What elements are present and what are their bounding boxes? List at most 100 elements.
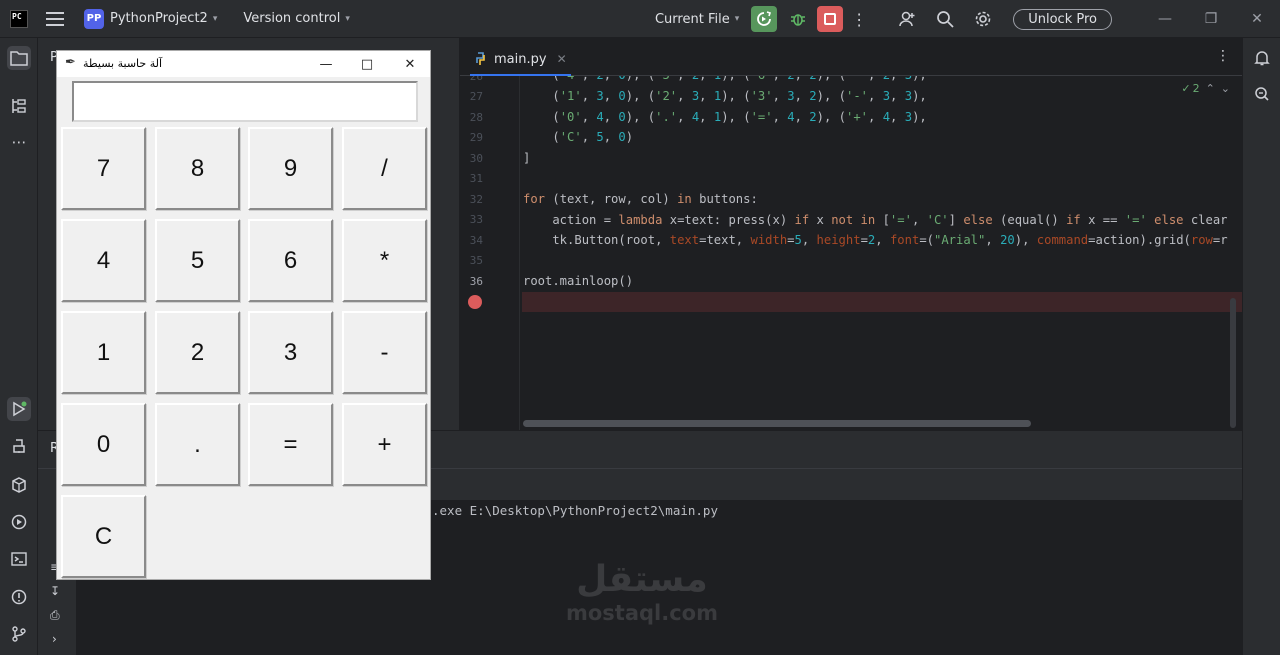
line-number: 31	[469, 172, 483, 185]
project-name[interactable]: PythonProject2	[110, 11, 208, 26]
line-gutter[interactable]: 26 27 28 29 30 31 32 33 34 35 36	[460, 76, 520, 430]
calc-button-4[interactable]: 4	[61, 219, 146, 302]
calculator-display-input[interactable]	[72, 81, 418, 122]
problems-icon[interactable]	[7, 585, 31, 609]
tab-options-icon[interactable]: ⋮	[1216, 48, 1230, 64]
main-menu-button[interactable]	[46, 11, 64, 26]
close-icon[interactable]: ✕	[1234, 11, 1280, 27]
calculator-title: آلة حاسبة بسيطة	[83, 57, 162, 70]
chevron-down-icon: ▾	[212, 13, 218, 24]
structure-icon[interactable]	[7, 94, 31, 118]
run-tool-icon[interactable]	[7, 397, 31, 421]
code-line: tk.Button(root, text=text, width=5, heig…	[523, 233, 1228, 247]
line-number: 29	[469, 131, 483, 144]
line-number: 30	[469, 152, 483, 165]
ai-assistant-icon[interactable]	[1250, 82, 1274, 106]
chevron-down-icon: ▾	[345, 13, 350, 24]
close-icon[interactable]: ✕	[395, 54, 425, 74]
unlock-pro-button[interactable]: Unlock Pro	[1013, 8, 1112, 30]
restore-icon[interactable]: ❐	[1188, 11, 1234, 27]
stop-button[interactable]	[817, 6, 844, 32]
bug-icon	[791, 14, 806, 26]
code-line: for (text, row, col) in buttons:	[523, 192, 758, 206]
calc-button-0[interactable]: 0	[61, 403, 146, 486]
chevron-right-icon[interactable]: ›	[52, 632, 57, 646]
calc-button-clear[interactable]: C	[61, 495, 146, 578]
calc-button-5[interactable]: 5	[155, 219, 240, 302]
current-line-number: 36	[469, 275, 483, 288]
code-editor[interactable]: 26 27 28 29 30 31 32 33 34 35 36 ('4', 2…	[460, 76, 1242, 430]
scroll-to-end-icon[interactable]: ↧	[50, 584, 60, 598]
python-console-icon[interactable]	[7, 435, 31, 459]
calc-button-divide[interactable]: /	[342, 127, 427, 210]
calc-button-decimal[interactable]: .	[155, 403, 240, 486]
python-packages-icon[interactable]	[7, 473, 31, 497]
rerun-button[interactable]	[751, 6, 778, 32]
calc-button-6[interactable]: 6	[248, 219, 333, 302]
left-tool-window-bar: ⋯	[0, 38, 38, 655]
chevron-down-icon[interactable]: ⌄	[1221, 82, 1230, 95]
gear-icon[interactable]	[971, 7, 995, 31]
chevron-down-icon: ▾	[734, 14, 740, 24]
line-number: 28	[469, 111, 483, 124]
chevron-up-icon[interactable]: ⌃	[1206, 82, 1215, 95]
code-line: ('0', 4, 0), ('.', 4, 1), ('=', 4, 2), (…	[523, 110, 927, 124]
tab-main-py[interactable]: main.py ✕	[470, 44, 571, 76]
print-icon[interactable]: ⎙	[50, 608, 60, 623]
inspection-widget[interactable]: ✓ 2 ⌃ ⌄	[1181, 82, 1230, 95]
inspection-count: 2	[1192, 82, 1200, 95]
vertical-scrollbar[interactable]	[1230, 298, 1236, 428]
line-number: 34	[469, 234, 483, 247]
version-control-menu[interactable]: Version control ▾	[243, 11, 350, 26]
calc-button-9[interactable]: 9	[248, 127, 333, 210]
calculator-title-bar[interactable]: ✒ آلة حاسبة بسيطة — □ ✕	[57, 51, 430, 77]
git-branch-icon[interactable]	[7, 622, 31, 646]
tab-label: main.py	[494, 51, 547, 67]
watermark-latin: mostaql.com	[566, 601, 718, 625]
run-config-selector[interactable]: Current File ▾	[655, 12, 739, 27]
calc-button-1[interactable]: 1	[61, 311, 146, 394]
minimize-icon[interactable]: —	[311, 54, 341, 74]
project-badge-icon[interactable]: PP	[84, 8, 104, 29]
calc-button-multiply[interactable]: *	[342, 219, 427, 302]
calc-button-8[interactable]: 8	[155, 127, 240, 210]
calc-button-add[interactable]: +	[342, 403, 427, 486]
editor-tab-bar: main.py ✕ ⋮	[460, 38, 1242, 76]
stop-icon	[824, 13, 837, 25]
calc-button-7[interactable]: 7	[61, 127, 146, 210]
maximize-icon[interactable]: □	[352, 54, 382, 74]
code-line: root.mainloop()	[523, 274, 634, 288]
calc-button-subtract[interactable]: -	[342, 311, 427, 394]
watermark-arabic: مستقل	[576, 559, 708, 600]
close-tab-icon[interactable]: ✕	[557, 52, 567, 66]
line-number: 33	[469, 213, 483, 226]
pycharm-logo-icon: PC	[10, 9, 28, 28]
calc-button-3[interactable]: 3	[248, 311, 333, 394]
minimize-icon[interactable]: —	[1142, 11, 1188, 27]
python-file-icon	[476, 52, 485, 65]
version-control-label: Version control	[243, 11, 341, 26]
debug-button[interactable]	[787, 8, 809, 30]
code-line: ('C', 5, 0)	[523, 130, 634, 144]
terminal-icon[interactable]	[7, 547, 31, 571]
search-icon[interactable]	[933, 7, 957, 31]
add-user-icon[interactable]	[895, 7, 919, 31]
line-number: 32	[469, 193, 483, 206]
more-tools-icon[interactable]: ⋯	[7, 130, 31, 154]
run-config-label: Current File	[654, 11, 730, 27]
rerun-icon	[757, 11, 772, 26]
title-bar: PC PP PythonProject2 ▾ Version control ▾…	[0, 0, 1280, 38]
services-icon[interactable]	[7, 510, 31, 534]
calc-button-2[interactable]: 2	[155, 311, 240, 394]
code-line: ('4', 2, 0), ('5', 2, 1), ('6', 2, 2), (…	[523, 76, 926, 82]
breakpoint-line-highlight	[522, 292, 1242, 312]
console-command-line: .exe E:\Desktop\PythonProject2\main.py	[432, 503, 718, 518]
breakpoint-icon[interactable]	[468, 295, 482, 309]
calc-button-equals[interactable]: =	[248, 403, 333, 486]
line-number: 35	[469, 254, 483, 267]
more-actions-icon[interactable]: ⋮	[849, 10, 869, 29]
horizontal-scrollbar[interactable]	[523, 420, 1031, 427]
project-folder-icon[interactable]	[7, 46, 31, 70]
notifications-icon[interactable]	[1250, 46, 1274, 70]
line-number: 26	[469, 76, 483, 83]
